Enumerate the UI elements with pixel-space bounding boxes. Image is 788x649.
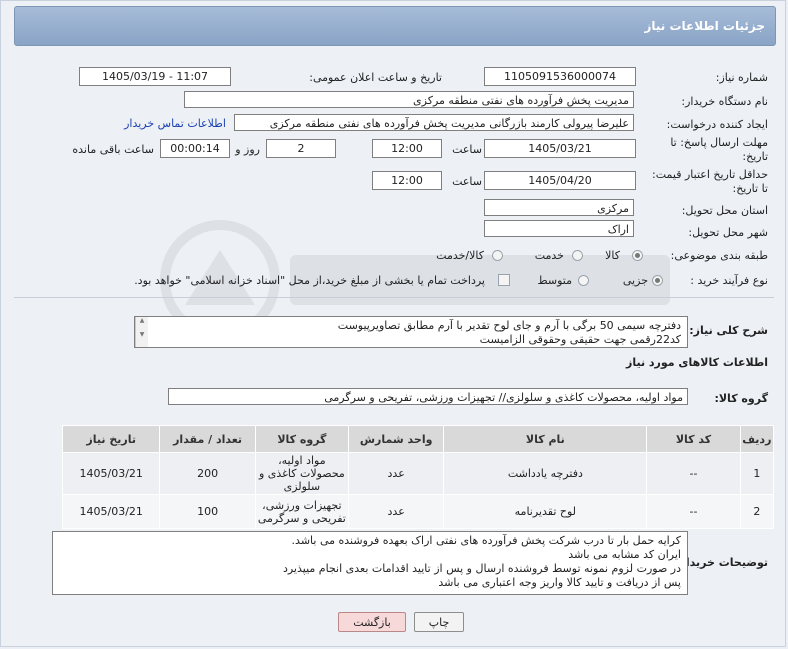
treasury-checkbox[interactable] — [498, 274, 510, 286]
validity-time-label: ساعت — [452, 175, 482, 188]
cell-code: -- — [646, 494, 741, 529]
col-header-row: ردیف — [739, 425, 775, 453]
category-option-service: خدمت — [534, 249, 564, 262]
deadline-days-label: روز و — [235, 143, 260, 156]
cell-group-line: سلولزی — [283, 480, 321, 493]
buyer-note-line-3: در صورت لزوم نمونه توسط فروشنده ارسال و … — [282, 562, 681, 575]
cell-name: لوح تقدیرنامه — [443, 494, 648, 529]
category-label: طبقه بندی موضوعی: — [670, 249, 768, 262]
buyer-note-line-2: ایران کد مشابه می باشد — [568, 548, 681, 561]
table-row: 2 -- لوح تقدیرنامه عدد تجهیزات ورزشی، تف… — [61, 494, 775, 529]
description-textarea[interactable]: دفترچه سیمی 50 برگی با آرم و جای لوح تقد… — [134, 316, 688, 348]
category-radio-goods[interactable] — [632, 250, 643, 261]
category-radio-service[interactable] — [572, 250, 583, 261]
process-radio-medium[interactable] — [578, 275, 589, 286]
cell-date: 1405/03/21 — [61, 452, 161, 495]
goods-group-field: مواد اولیه، محصولات کاغذی و سلولزی// تجه… — [168, 388, 688, 405]
city-field: اراک — [484, 220, 634, 237]
requester-label: ایجاد کننده درخواست: — [666, 118, 768, 131]
cell-name: دفترچه یادداشت — [443, 452, 648, 495]
need-number-label: شماره نیاز: — [715, 71, 768, 84]
description-line-1: دفترچه سیمی 50 برگی با آرم و جای لوح تقد… — [337, 319, 681, 332]
page-header: جزئیات اطلاعات نیاز — [14, 6, 776, 46]
cell-group: تجهیزات ورزشی، تفریحی و سرگرمی — [254, 494, 350, 529]
category-radio-both[interactable] — [492, 250, 503, 261]
deadline-date-field: 1405/03/21 — [484, 139, 636, 158]
validity-label-2: تا تاریخ: — [732, 182, 768, 195]
cell-row: 2 — [739, 494, 775, 529]
items-table: ردیف کد کالا نام کالا واحد شمارش گروه کا… — [61, 425, 775, 529]
validity-time-field: 12:00 — [372, 171, 442, 190]
col-header-qty: تعداد / مقدار — [159, 425, 256, 453]
cell-code: -- — [646, 452, 741, 495]
cell-row: 1 — [739, 452, 775, 495]
category-option-both: کالا/خدمت — [436, 249, 484, 262]
buyer-notes-textarea[interactable]: کرایه حمل بار تا درب شرکت پخش فرآورده ها… — [52, 531, 688, 595]
deadline-label-2: تاریخ: — [742, 150, 768, 163]
remaining-time-field: 00:00:14 — [160, 139, 230, 158]
description-line-2: کد22رقمی جهت حقیقی وحقوقی الزامیست — [479, 333, 681, 346]
remaining-time-label: ساعت باقی مانده — [72, 143, 154, 156]
description-label: شرح کلی نیاز: — [689, 324, 768, 337]
category-option-goods: کالا — [605, 249, 620, 262]
process-option-medium: متوسط — [537, 274, 572, 287]
requester-field: علیرضا پیرولی کارمند بازرگانی مدیریت پخش… — [234, 114, 634, 131]
page-title: جزئیات اطلاعات نیاز — [644, 19, 765, 33]
cell-group: مواد اولیه، محصولات کاغذی و سلولزی — [254, 452, 350, 495]
description-scrollbar[interactable]: ▲ ▼ — [135, 317, 148, 347]
cell-unit: عدد — [347, 494, 445, 529]
col-header-name: نام کالا — [443, 425, 648, 453]
cell-group-line: تجهیزات ورزشی، — [262, 498, 342, 512]
process-label: نوع فرآیند خرید : — [690, 274, 768, 287]
need-number-field: 1105091536000074 — [484, 67, 636, 86]
buyer-notes-label: توضیحات خریدار: — [675, 556, 768, 569]
scroll-down-icon: ▼ — [139, 331, 145, 338]
deadline-time-field: 12:00 — [372, 139, 442, 158]
buyer-note-line-1: کرایه حمل بار تا درب شرکت پخش فرآورده ها… — [291, 534, 681, 547]
col-header-code: کد کالا — [646, 425, 741, 453]
cell-group-line: مواد اولیه، — [278, 454, 326, 467]
treasury-note: پرداخت تمام یا بخشی از مبلغ خرید،از محل … — [134, 274, 485, 287]
col-header-date: تاریخ نیاز — [61, 425, 161, 453]
cell-group-line: محصولات کاغذی و — [258, 467, 345, 480]
cell-qty: 200 — [159, 452, 256, 495]
col-header-group: گروه کالا — [254, 425, 350, 453]
validity-date-field: 1405/04/20 — [484, 171, 636, 190]
cell-qty: 100 — [159, 494, 256, 529]
deadline-days-field: 2 — [266, 139, 336, 158]
buyer-org-label: نام دستگاه خریدار: — [681, 95, 768, 108]
province-field: مرکزی — [484, 199, 634, 216]
deadline-time-label: ساعت — [452, 143, 482, 156]
goods-section-title: اطلاعات کالاهای مورد نیاز — [626, 356, 768, 369]
buyer-contact-link[interactable]: اطلاعات تماس خریدار — [124, 117, 226, 130]
back-button[interactable]: بازگشت — [338, 612, 406, 632]
city-label: شهر محل تحویل: — [688, 226, 768, 239]
province-label: استان محل تحویل: — [681, 204, 768, 217]
scroll-up-icon: ▲ — [139, 317, 145, 324]
buyer-note-line-4: پس از دریافت و تایید کالا واریز وجه اعتب… — [438, 576, 681, 589]
table-row: 1 -- دفترچه یادداشت عدد مواد اولیه، محصو… — [61, 452, 775, 495]
cell-unit: عدد — [347, 452, 445, 495]
buyer-org-field: مدیریت پخش فرآورده های نفتی منطقه مرکزی — [184, 91, 634, 108]
cell-date: 1405/03/21 — [61, 494, 161, 529]
cell-group-line: تفریحی و سرگرمی — [257, 511, 346, 525]
process-radio-minor[interactable] — [652, 275, 663, 286]
goods-group-label: گروه کالا: — [714, 392, 768, 405]
section-divider — [14, 297, 774, 298]
announce-label: تاریخ و ساعت اعلان عمومی: — [309, 71, 442, 84]
process-option-minor: جزیی — [622, 274, 648, 287]
print-button[interactable]: چاپ — [414, 612, 464, 632]
table-header-row: ردیف کد کالا نام کالا واحد شمارش گروه کا… — [61, 425, 775, 453]
validity-label-1: حداقل تاریخ اعتبار قیمت: — [652, 168, 768, 181]
col-header-unit: واحد شمارش — [347, 425, 445, 453]
deadline-label-1: مهلت ارسال پاسخ: تا — [670, 136, 768, 149]
announce-field: 1405/03/19 - 11:07 — [79, 67, 231, 86]
